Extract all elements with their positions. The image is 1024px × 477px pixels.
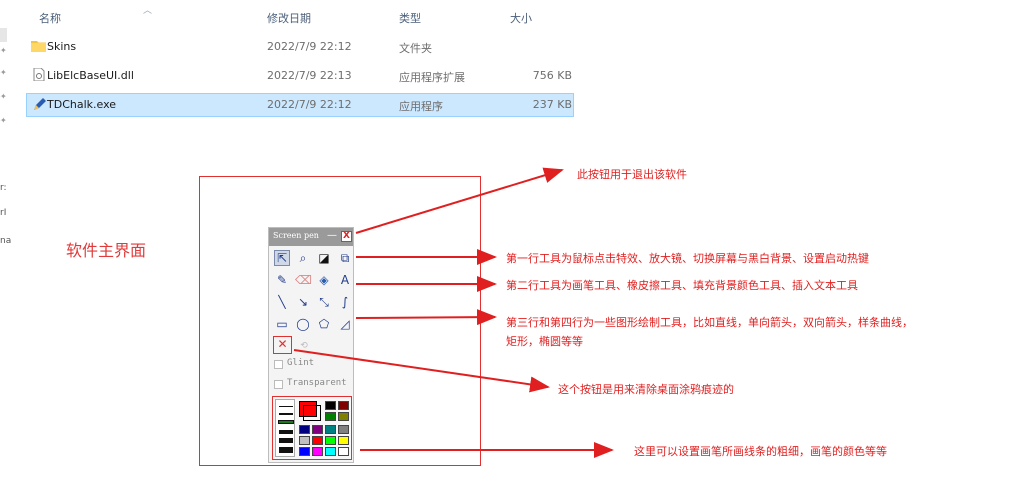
arrow-row34 <box>355 309 497 326</box>
arrow-exit <box>355 167 564 234</box>
arrow-clear <box>293 349 550 393</box>
annotation-arrows <box>293 167 614 458</box>
